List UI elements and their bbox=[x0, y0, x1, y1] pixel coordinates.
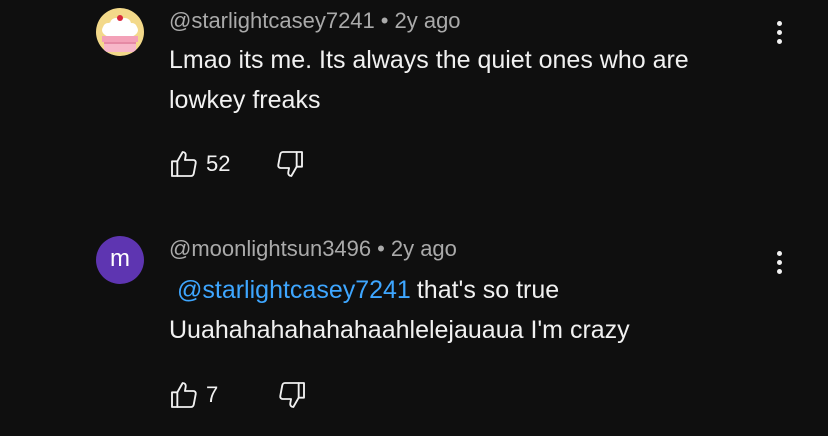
comment-text-line: lowkey freaks bbox=[169, 86, 321, 114]
comment-meta: @starlightcasey7241 • 2y ago bbox=[169, 8, 461, 34]
comment-text-line: @starlightcasey7241 that's so true bbox=[169, 270, 769, 310]
comment-timestamp[interactable]: 2y ago bbox=[394, 8, 460, 33]
meta-separator: • bbox=[377, 236, 385, 261]
comment-meta: @moonlightsun3496 • 2y ago bbox=[169, 236, 457, 262]
comment-item: m @moonlightsun3496 • 2y ago @starlightcas… bbox=[0, 228, 828, 436]
avatar[interactable]: m bbox=[96, 236, 144, 284]
thumbs-down-icon bbox=[277, 151, 304, 177]
comment-item: @starlightcasey7241 • 2y ago Lmao its me. … bbox=[0, 0, 828, 200]
comment-text-segment: that's so true bbox=[416, 276, 560, 304]
like-button[interactable]: 7 bbox=[168, 379, 218, 411]
comment-text: @starlightcasey7241 that's so true Uuahah… bbox=[169, 270, 769, 350]
comment-text-line: Uuahahahahahahaahlelejauaua I'm crazy bbox=[169, 316, 630, 344]
comment-author[interactable]: @starlightcasey7241 bbox=[169, 8, 375, 33]
like-count: 52 bbox=[206, 151, 231, 176]
comment-timestamp[interactable]: 2y ago bbox=[391, 236, 457, 261]
comment-actions: 7 bbox=[168, 378, 308, 412]
comment-text-line: Lmao its me. Its always the quiet ones w… bbox=[169, 46, 689, 74]
thumbs-down-icon bbox=[279, 382, 306, 408]
avatar-letter: m bbox=[110, 245, 130, 272]
cake-avatar-icon bbox=[96, 8, 144, 56]
mention-link[interactable]: @starlightcasey7241 bbox=[177, 276, 411, 304]
avatar[interactable] bbox=[96, 8, 144, 56]
like-button[interactable]: 52 bbox=[168, 148, 230, 180]
more-actions-icon[interactable] bbox=[766, 14, 792, 50]
like-count: 7 bbox=[206, 382, 219, 407]
comment-author[interactable]: @moonlightsun3496 bbox=[169, 236, 371, 261]
dislike-button[interactable] bbox=[274, 148, 306, 180]
comment-actions: 52 bbox=[168, 147, 306, 181]
thumbs-up-icon bbox=[171, 382, 197, 408]
thumbs-up-icon bbox=[171, 151, 197, 177]
dislike-button[interactable] bbox=[276, 379, 308, 411]
comment-text: Lmao its me. Its always the quiet ones w… bbox=[169, 40, 769, 120]
more-actions-icon[interactable] bbox=[766, 244, 792, 280]
meta-separator: • bbox=[380, 8, 389, 33]
